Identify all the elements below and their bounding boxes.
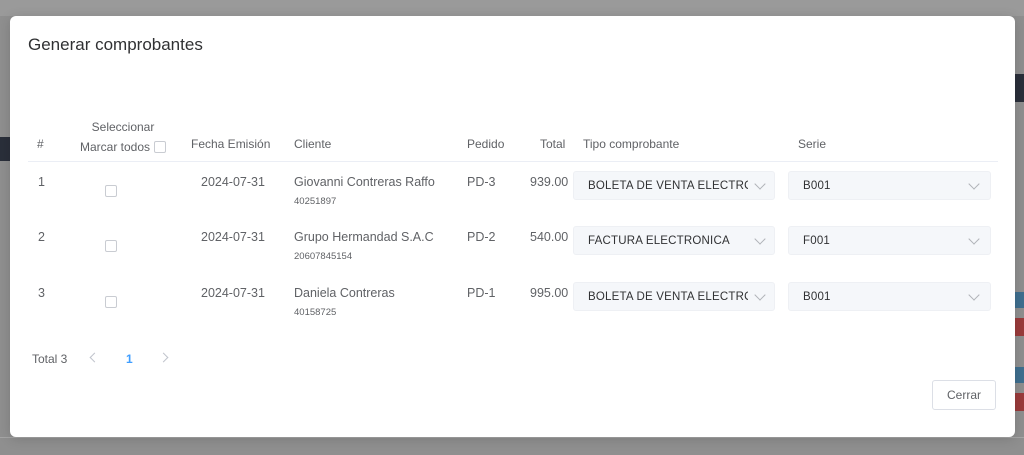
header-serie: Serie bbox=[798, 137, 827, 151]
chevron-down-icon bbox=[968, 289, 980, 301]
header-select-label: Seleccionar bbox=[91, 120, 155, 134]
tipo-comprobante-value: FACTURA ELECTRÓNICA bbox=[588, 235, 730, 247]
table-header: # Seleccionar Marcar todos Fecha Emisión… bbox=[28, 115, 998, 162]
generate-receipts-dialog: Generar comprobantes # Seleccionar Marca… bbox=[10, 16, 1015, 437]
chevron-right-icon[interactable] bbox=[158, 352, 169, 363]
row-select-checkbox[interactable] bbox=[105, 296, 117, 308]
header-cliente: Cliente bbox=[294, 137, 332, 151]
background-divider bbox=[0, 437, 1024, 438]
row-total: 995.00 bbox=[530, 286, 569, 300]
header-tipo: Tipo comprobante bbox=[583, 137, 680, 151]
row-doc: 40158725 bbox=[294, 307, 337, 318]
table-row: 1 2024-07-31 Giovanni Contreras Raffo 40… bbox=[28, 171, 998, 227]
header-total: Total bbox=[540, 137, 566, 151]
row-cliente: Grupo Hermandad S.A.C bbox=[294, 230, 434, 244]
chevron-down-icon bbox=[754, 289, 766, 301]
background-action-4 bbox=[1015, 393, 1024, 411]
row-pedido: PD-3 bbox=[467, 175, 496, 189]
serie-value: B001 bbox=[803, 180, 831, 192]
background-action-3 bbox=[1015, 367, 1024, 383]
header-pedido: Pedido bbox=[467, 137, 505, 151]
background-panel bbox=[0, 0, 1024, 16]
tipo-comprobante-select[interactable]: FACTURA ELECTRÓNICA bbox=[573, 226, 775, 255]
close-button[interactable]: Cerrar bbox=[932, 380, 996, 410]
serie-select[interactable]: F001 bbox=[788, 226, 991, 255]
row-fecha: 2024-07-31 bbox=[201, 230, 265, 244]
chevron-down-icon bbox=[754, 233, 766, 245]
row-pedido: PD-1 bbox=[467, 286, 496, 300]
table-row: 3 2024-07-31 Daniela Contreras 40158725 … bbox=[28, 282, 998, 338]
row-cliente: Giovanni Contreras Raffo bbox=[294, 175, 435, 189]
header-fecha: Fecha Emisión bbox=[191, 137, 271, 151]
pagination-total: Total 3 bbox=[32, 352, 68, 366]
table-row: 2 2024-07-31 Grupo Hermandad S.A.C 20607… bbox=[28, 226, 998, 282]
row-index: 2 bbox=[38, 230, 45, 244]
row-index: 1 bbox=[38, 175, 45, 189]
serie-value: B001 bbox=[803, 291, 831, 303]
header-select: Seleccionar Marcar todos bbox=[68, 117, 178, 157]
chevron-left-icon[interactable] bbox=[89, 352, 100, 363]
serie-select[interactable]: B001 bbox=[788, 282, 991, 311]
row-fecha: 2024-07-31 bbox=[201, 286, 265, 300]
tipo-comprobante-select[interactable]: BOLETA DE VENTA ELECTRÓNICA bbox=[573, 171, 775, 200]
serie-value: F001 bbox=[803, 235, 831, 247]
dialog-title: Generar comprobantes bbox=[28, 35, 203, 54]
row-index: 3 bbox=[38, 286, 45, 300]
chevron-down-icon bbox=[968, 178, 980, 190]
background-action-2 bbox=[1015, 318, 1024, 336]
header-select-all-label: Marcar todos bbox=[79, 140, 151, 154]
row-select-checkbox[interactable] bbox=[105, 240, 117, 252]
tipo-comprobante-value: BOLETA DE VENTA ELECTRÓNICA bbox=[588, 291, 748, 303]
row-doc: 40251897 bbox=[294, 196, 337, 207]
row-total: 939.00 bbox=[530, 175, 569, 189]
row-select-checkbox[interactable] bbox=[105, 185, 117, 197]
row-pedido: PD-2 bbox=[467, 230, 496, 244]
tipo-comprobante-select[interactable]: BOLETA DE VENTA ELECTRÓNICA bbox=[573, 282, 775, 311]
background-button-right bbox=[1015, 74, 1024, 102]
chevron-down-icon bbox=[968, 233, 980, 245]
row-total: 540.00 bbox=[530, 230, 569, 244]
background-action-1 bbox=[1015, 292, 1024, 308]
row-cliente: Daniela Contreras bbox=[294, 286, 395, 300]
serie-select[interactable]: B001 bbox=[788, 171, 991, 200]
row-fecha: 2024-07-31 bbox=[201, 175, 265, 189]
row-doc: 20607845154 bbox=[294, 251, 353, 262]
chevron-down-icon bbox=[754, 178, 766, 190]
pagination-page-current[interactable]: 1 bbox=[126, 352, 133, 366]
select-all-checkbox[interactable] bbox=[154, 141, 167, 153]
background-button-left bbox=[0, 137, 10, 161]
tipo-comprobante-value: BOLETA DE VENTA ELECTRÓNICA bbox=[588, 180, 748, 192]
header-index: # bbox=[37, 137, 44, 151]
